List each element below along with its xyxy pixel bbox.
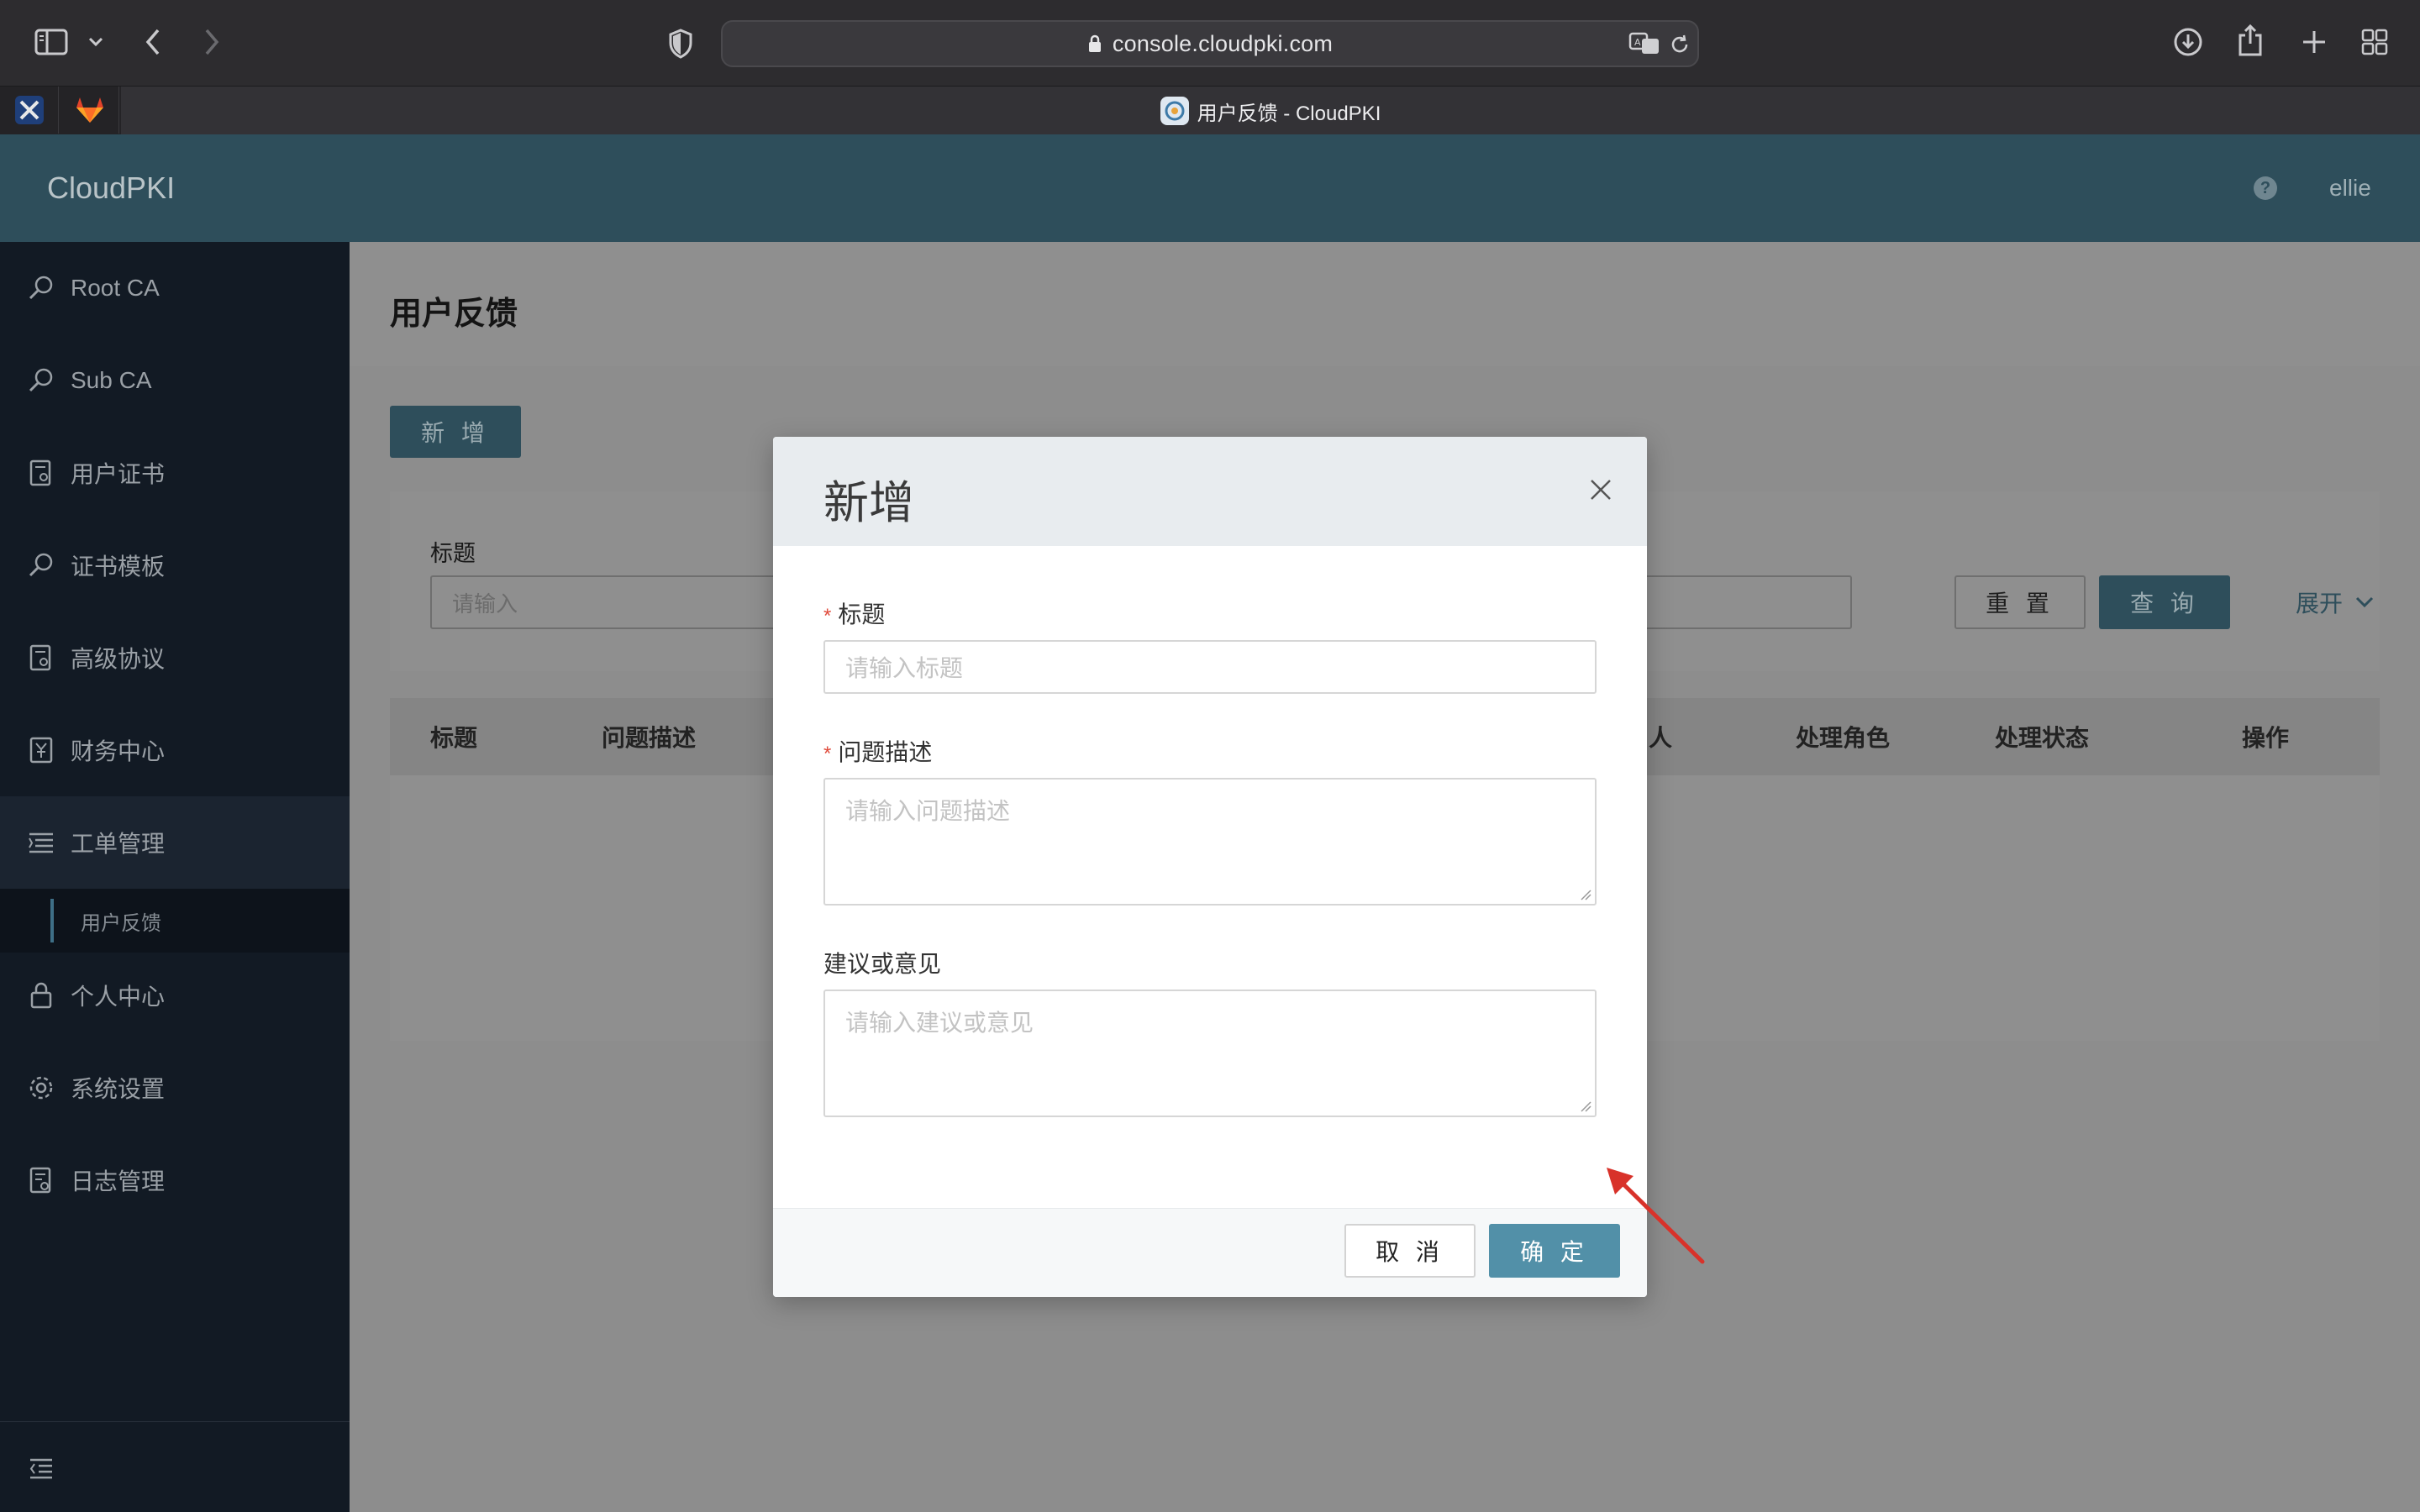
address-bar[interactable]: console.cloudpki.com A	[721, 20, 1699, 67]
active-indicator	[50, 899, 54, 942]
resize-grip-icon[interactable]	[1580, 1100, 1591, 1112]
reload-icon[interactable]	[1667, 32, 1692, 57]
browser-toolbar: console.cloudpki.com A	[0, 0, 2420, 86]
required-mark: *	[823, 605, 832, 627]
required-mark: *	[823, 743, 832, 765]
column-header-description: 问题描述	[602, 725, 697, 751]
svg-text:A: A	[1634, 37, 1641, 48]
sidebar-item-personal-center[interactable]: 个人中心	[0, 949, 350, 1042]
sidebar-item-system-settings[interactable]: 系统设置	[0, 1042, 350, 1134]
search-icon	[29, 276, 53, 300]
sidebar-item-ticket-management[interactable]: 工单管理	[0, 796, 350, 889]
tab-bar: 用户反馈 - CloudPKI	[0, 86, 2420, 135]
active-tab[interactable]: 用户反馈 - CloudPKI	[121, 87, 2420, 135]
url-text: console.cloudpki.com	[1112, 30, 1334, 56]
tools-icon	[14, 96, 44, 124]
share-icon[interactable]	[2235, 22, 2265, 59]
back-icon[interactable]	[138, 25, 168, 59]
sidebar: Root CA Sub CA 用户证书 证书模板 高级协议 财务中心 工单管理	[0, 242, 350, 1512]
sidebar-toggle-icon[interactable]	[32, 25, 71, 59]
expand-link[interactable]: 展开	[2296, 575, 2375, 629]
lock-icon	[1088, 34, 1101, 52]
sidebar-item-finance[interactable]: 财务中心	[0, 704, 350, 796]
title-input[interactable]: 请输入标题	[823, 640, 1597, 694]
chevron-down-icon[interactable]	[84, 30, 108, 54]
new-button[interactable]: 新 增	[390, 406, 521, 458]
dialog-footer: 取 消 确 定	[773, 1208, 1647, 1297]
resize-grip-icon[interactable]	[1580, 889, 1591, 900]
tab-overview-icon[interactable]	[2360, 27, 2390, 57]
expand-label: 展开	[2296, 591, 2344, 617]
pinned-tab-gitlab[interactable]	[60, 87, 119, 134]
privacy-shield-icon[interactable]	[664, 25, 697, 62]
yen-icon	[29, 737, 53, 764]
sidebar-item-user-certificate[interactable]: 用户证书	[0, 427, 350, 519]
user-menu[interactable]: ellie	[2329, 134, 2371, 242]
translate-icon[interactable]: A	[1627, 30, 1664, 57]
annotation-arrow-icon	[1607, 1168, 1705, 1264]
sidebar-collapse-button[interactable]	[0, 1421, 350, 1512]
certificate-icon	[29, 644, 51, 671]
title-field-label: * 标题	[823, 601, 886, 627]
pinned-tab-tools[interactable]	[0, 87, 59, 134]
description-placeholder: 请输入问题描述	[845, 798, 1011, 824]
help-icon[interactable]: ?	[2254, 176, 2277, 200]
dialog-header: 新增	[773, 437, 1647, 546]
sidebar-item-log-management[interactable]: 日志管理	[0, 1134, 350, 1226]
dialog-title: 新增	[823, 478, 914, 528]
sidebar-subitem-user-feedback[interactable]: 用户反馈	[0, 889, 350, 953]
suggestion-textarea[interactable]: 请输入建议或意见	[823, 990, 1597, 1117]
column-header-person: 人	[1649, 725, 1673, 751]
sidebar-item-advanced-protocol[interactable]: 高级协议	[0, 612, 350, 704]
cloudpki-favicon-icon	[1160, 97, 1189, 125]
column-header-role: 处理角色	[1796, 725, 1891, 751]
suggestion-placeholder: 请输入建议或意见	[845, 1010, 1034, 1036]
sidebar-item-certificate-template[interactable]: 证书模板	[0, 519, 350, 612]
app-header: CloudPKI ? ellie	[0, 134, 2420, 242]
cancel-button[interactable]: 取 消	[1344, 1224, 1476, 1278]
column-header-status: 处理状态	[1995, 725, 2090, 751]
forward-icon[interactable]	[197, 25, 227, 59]
description-textarea[interactable]: 请输入问题描述	[823, 778, 1597, 906]
search-icon	[29, 368, 53, 392]
lock-icon	[30, 982, 52, 1009]
gear-icon	[29, 1076, 53, 1100]
list-icon	[29, 832, 53, 853]
query-button[interactable]: 查 询	[2099, 575, 2230, 629]
gitlab-icon	[76, 97, 103, 123]
chevron-down-icon	[2355, 596, 2374, 608]
tab-title: 用户反馈 - CloudPKI	[1197, 102, 1381, 125]
certificate-icon	[29, 459, 51, 486]
new-tab-icon[interactable]	[2299, 27, 2329, 57]
collapse-menu-icon	[29, 1458, 52, 1479]
download-icon[interactable]	[2171, 25, 2205, 59]
page-title: 用户反馈	[390, 297, 518, 332]
app-logo[interactable]: CloudPKI	[47, 134, 175, 242]
column-header-actions: 操作	[2242, 725, 2290, 751]
column-header-title: 标题	[430, 725, 478, 751]
description-field-label: * 问题描述	[823, 739, 933, 765]
search-icon	[29, 553, 53, 577]
sidebar-item-sub-ca[interactable]: Sub CA	[0, 334, 350, 427]
suggestion-field-label: 建议或意见	[823, 951, 942, 977]
close-icon[interactable]	[1586, 475, 1615, 504]
new-feedback-dialog: 新增 * 标题 请输入标题 * 问题描述 请输入问题描述 建议或意见 请输入建议或意…	[773, 437, 1647, 1297]
page-header: 用户反馈	[350, 242, 2420, 366]
reset-button[interactable]: 重 置	[1954, 575, 2086, 629]
filter-title-label: 标题	[430, 541, 476, 566]
app: CloudPKI ? ellie Root CA Sub CA 用户证书 证书模…	[0, 134, 2420, 1512]
log-icon	[29, 1167, 51, 1194]
sidebar-item-root-ca[interactable]: Root CA	[0, 242, 350, 334]
